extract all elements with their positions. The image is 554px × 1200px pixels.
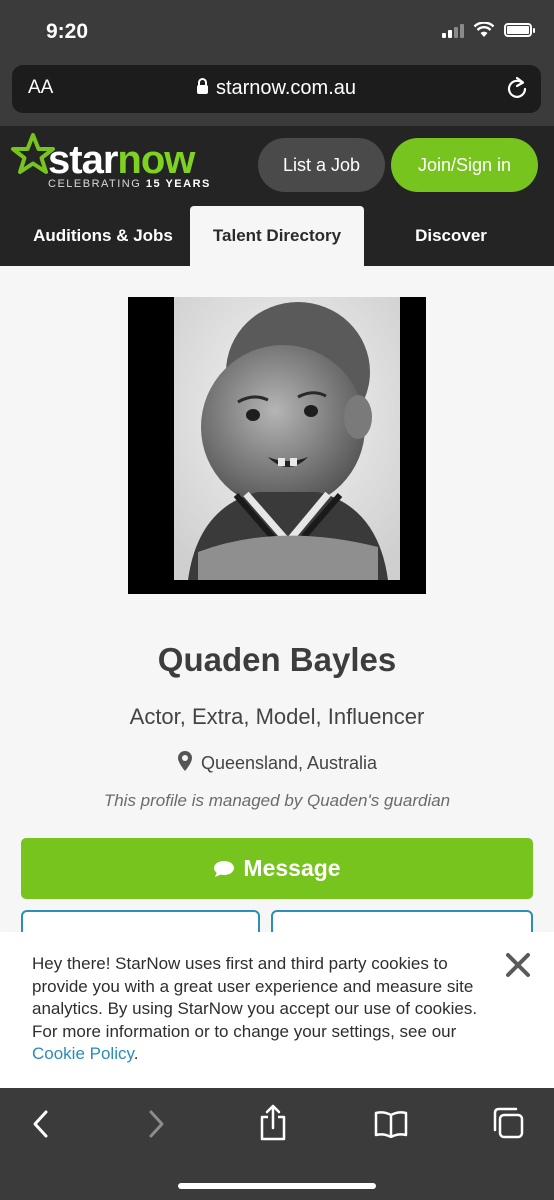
tab-discover[interactable]: Discover <box>364 206 538 266</box>
logo-star-text: star <box>48 138 118 182</box>
forward-icon[interactable] <box>143 1108 169 1140</box>
status-icons <box>442 22 535 38</box>
cookie-end: . <box>133 1044 139 1064</box>
location-text: Queensland, Australia <box>200 753 378 773</box>
back-icon[interactable] <box>28 1108 54 1140</box>
join-sign-in-button[interactable]: Join/Sign in <box>391 138 538 192</box>
logo-tagline: CELEBRATING 15 YEARS <box>48 178 211 190</box>
chat-bubble-icon <box>214 861 235 877</box>
share-icon[interactable] <box>258 1104 288 1142</box>
logo-now-text: now <box>117 138 195 182</box>
site-header: starnow CELEBRATING 15 YEARS List a Job … <box>0 126 554 266</box>
tabs-icon[interactable] <box>491 1106 525 1140</box>
status-bar: 9:20 <box>0 0 554 66</box>
cookie-text: Hey there! StarNow uses first and third … <box>32 953 482 1066</box>
cookie-message: Hey there! StarNow uses first and third … <box>32 954 478 1041</box>
close-icon[interactable] <box>503 950 533 980</box>
message-button[interactable]: Message <box>21 838 533 899</box>
status-time: 9:20 <box>46 20 89 43</box>
address-bar[interactable]: AA starnow.com.au <box>12 65 541 113</box>
tab-auditions-jobs[interactable]: Auditions & Jobs <box>16 206 190 266</box>
battery-icon <box>504 23 535 37</box>
lock-icon <box>196 78 208 94</box>
tagline-prefix: CELEBRATING <box>48 178 142 190</box>
profile-photo <box>128 297 426 594</box>
list-a-job-button[interactable]: List a Job <box>258 138 385 192</box>
location-pin-icon <box>177 751 192 771</box>
cellular-signal-icon <box>442 22 464 38</box>
tab-talent-directory[interactable]: Talent Directory <box>190 206 364 266</box>
profile-name: Quaden Bayles <box>157 641 397 678</box>
url-display[interactable]: starnow.com.au <box>12 77 541 100</box>
home-indicator <box>178 1183 376 1189</box>
profile-roles: Actor, Extra, Model, Influencer <box>129 704 425 729</box>
guardian-note: This profile is managed by Quaden's guar… <box>103 791 451 810</box>
wifi-icon <box>473 22 495 37</box>
bookmarks-icon[interactable] <box>374 1110 408 1138</box>
tagline-years: 15 YEARS <box>145 178 211 190</box>
url-text: starnow.com.au <box>215 77 357 99</box>
message-button-label: Message <box>243 855 341 881</box>
cookie-policy-link[interactable]: Cookie Policy <box>32 1044 134 1063</box>
logo-wordmark: starnow <box>48 138 195 183</box>
cookie-banner: Hey there! StarNow uses first and third … <box>0 932 554 1088</box>
reload-icon[interactable] <box>505 76 529 102</box>
browser-chrome: AA starnow.com.au <box>0 60 554 126</box>
profile-location: Queensland, Australia <box>0 750 554 774</box>
